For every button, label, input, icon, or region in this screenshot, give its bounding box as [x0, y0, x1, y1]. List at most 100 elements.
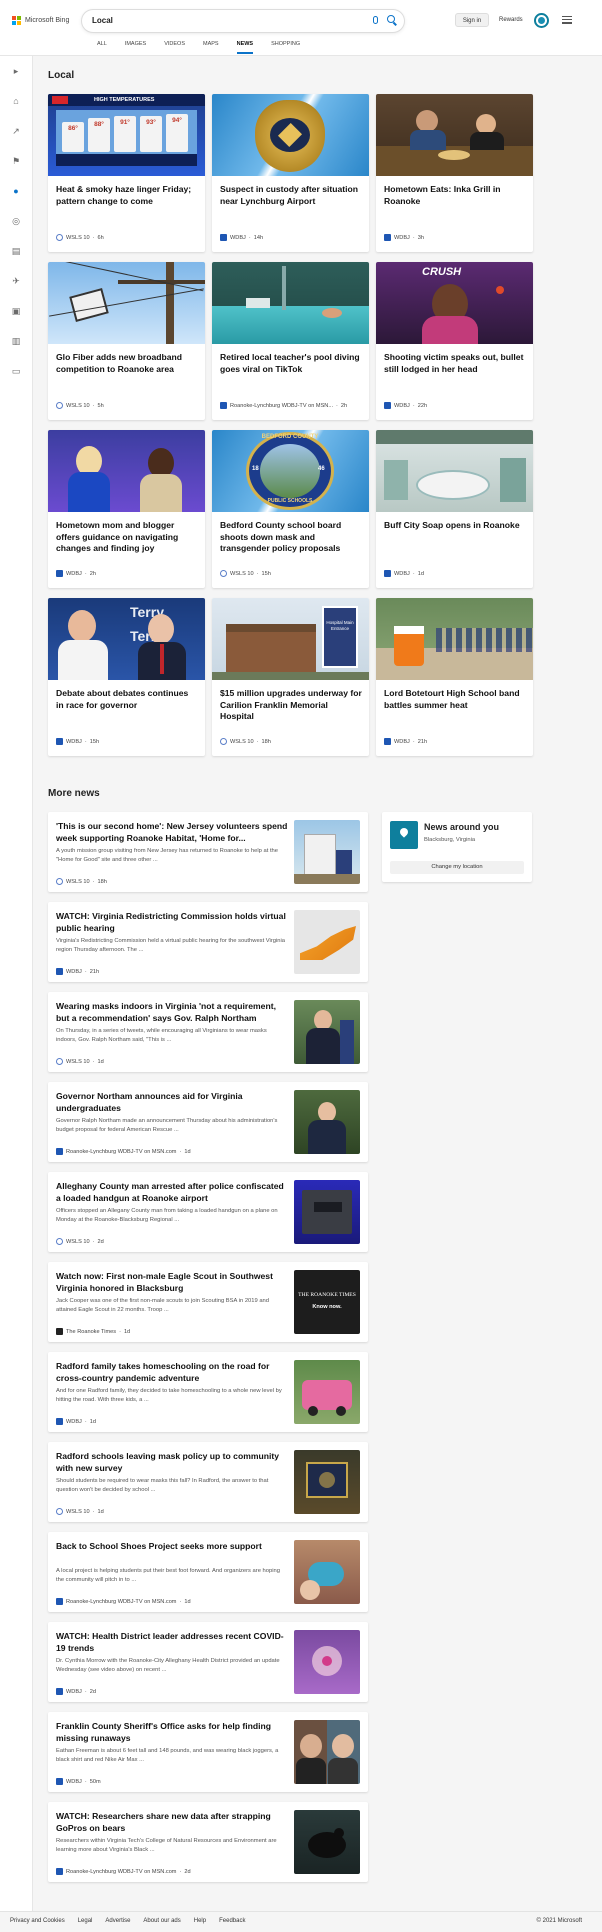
news-card[interactable]: Retired local teacher's pool diving goes…	[212, 262, 369, 420]
news-title[interactable]: 'This is our second home': New Jersey vo…	[56, 821, 288, 844]
news-card[interactable]: Hometown Eats: Inka Grill in Roanoke WDB…	[376, 94, 533, 252]
news-item[interactable]: WATCH: Health District leader addresses …	[48, 1622, 368, 1702]
money-icon[interactable]: ▭	[11, 366, 21, 376]
news-card[interactable]: BEDFORD COUNTY PUBLIC SCHOOLS 18 46 Bedf…	[212, 430, 369, 588]
source-logo-icon	[56, 1778, 63, 1785]
card-title[interactable]: Hometown Eats: Inka Grill in Roanoke	[384, 184, 526, 207]
footer-link-advertise[interactable]: Advertise	[105, 1918, 130, 1924]
news-card[interactable]: Hospital Main Entrance $15 million upgra…	[212, 598, 369, 756]
news-item[interactable]: Back to School Shoes Project seeks more …	[48, 1532, 368, 1612]
news-card[interactable]: Buff City Soap opens in Roanoke WDBJ · 1d	[376, 430, 533, 588]
news-item[interactable]: Governor Northam announces aid for Virgi…	[48, 1082, 368, 1162]
flag-icon[interactable]: ⚑	[11, 156, 21, 166]
news-title[interactable]: Alleghany County man arrested after poli…	[56, 1181, 288, 1204]
news-card[interactable]: Hometown mom and blogger offers guidance…	[48, 430, 205, 588]
news-title[interactable]: Wearing masks indoors in Virginia 'not a…	[56, 1001, 288, 1024]
news-title[interactable]: Governor Northam announces aid for Virgi…	[56, 1091, 288, 1114]
sign-in-button[interactable]: Sign in	[455, 13, 489, 27]
news-title[interactable]: Radford schools leaving mask policy up t…	[56, 1451, 288, 1474]
tab-maps[interactable]: MAPS	[194, 41, 228, 53]
globe-icon[interactable]: ◎	[11, 216, 21, 226]
menu-icon[interactable]	[562, 16, 572, 24]
news-item[interactable]: Radford family takes homeschooling on th…	[48, 1352, 368, 1432]
news-item[interactable]: WATCH: Researchers share new data after …	[48, 1802, 368, 1882]
rewards-medal-icon[interactable]	[534, 13, 549, 28]
card-title[interactable]: Glo Fiber adds new broadband competition…	[56, 352, 198, 375]
tab-images[interactable]: IMAGES	[116, 41, 155, 53]
news-card[interactable]: Suspect in custody after situation near …	[212, 94, 369, 252]
footer-link-help[interactable]: Help	[194, 1918, 206, 1924]
news-title[interactable]: WATCH: Researchers share new data after …	[56, 1811, 288, 1834]
news-title[interactable]: WATCH: Health District leader addresses …	[56, 1631, 288, 1654]
card-title[interactable]: Shooting victim speaks out, bullet still…	[384, 352, 526, 375]
source-logo-icon	[56, 1688, 63, 1695]
footer-link-about-ads[interactable]: About our ads	[143, 1918, 180, 1924]
tab-shopping[interactable]: SHOPPING	[262, 41, 309, 53]
chart-icon[interactable]: ▤	[11, 246, 21, 256]
chevron-right-icon[interactable]: ▸	[11, 66, 21, 76]
news-item[interactable]: Franklin County Sheriff's Office asks fo…	[48, 1712, 368, 1792]
card-title[interactable]: Lord Botetourt High School band battles …	[384, 688, 526, 711]
bing-logo[interactable]: Microsoft Bing	[12, 16, 69, 25]
news-thumbnail[interactable]: THE ROANOKE TIMES Know now.	[294, 1270, 360, 1334]
footer-link-legal[interactable]: Legal	[78, 1918, 93, 1924]
home-icon[interactable]: ⌂	[11, 96, 21, 106]
rewards-link[interactable]: Rewards	[499, 17, 523, 23]
current-location: Blacksburg, Virginia	[424, 837, 476, 843]
news-card[interactable]: CRUSH Shooting victim speaks out, bullet…	[376, 262, 533, 420]
tab-all[interactable]: ALL	[88, 41, 116, 53]
news-thumbnail[interactable]	[294, 1810, 360, 1874]
search-icon[interactable]	[387, 15, 395, 23]
news-thumbnail[interactable]	[294, 820, 360, 884]
news-thumbnail[interactable]	[294, 1090, 360, 1154]
card-title[interactable]: Debate about debates continues in race f…	[56, 688, 198, 711]
card-title[interactable]: Buff City Soap opens in Roanoke	[384, 520, 526, 532]
footer-link-feedback[interactable]: Feedback	[219, 1918, 245, 1924]
trending-icon[interactable]: ↗	[11, 126, 21, 136]
news-item[interactable]: Wearing masks indoors in Virginia 'not a…	[48, 992, 368, 1072]
news-title[interactable]: Back to School Shoes Project seeks more …	[56, 1541, 288, 1553]
card-title[interactable]: $15 million upgrades underway for Carili…	[220, 688, 362, 723]
card-title[interactable]: Hometown mom and blogger offers guidance…	[56, 520, 198, 555]
card-title[interactable]: Retired local teacher's pool diving goes…	[220, 352, 362, 375]
news-thumbnail[interactable]	[294, 1540, 360, 1604]
news-card[interactable]: HIGH TEMPERATURES 86° 88° 91° 93° 94° He…	[48, 94, 205, 252]
change-location-button[interactable]: Change my location	[390, 861, 524, 874]
news-title[interactable]: WATCH: Virginia Redistricting Commission…	[56, 911, 288, 934]
rocket-icon[interactable]: ✈	[11, 276, 21, 286]
news-thumbnail[interactable]	[294, 1630, 360, 1694]
news-thumbnail[interactable]	[294, 1360, 360, 1424]
news-card[interactable]: Lord Botetourt High School band battles …	[376, 598, 533, 756]
card-source: Roanoke-Lynchburg WDBJ-TV on MSN... · 2h	[220, 402, 347, 409]
building-icon[interactable]: ▥	[11, 336, 21, 346]
news-card[interactable]: Glo Fiber adds new broadband competition…	[48, 262, 205, 420]
news-item[interactable]: Watch now: First non-male Eagle Scout in…	[48, 1262, 368, 1342]
card-title[interactable]: Bedford County school board shoots down …	[220, 520, 362, 555]
search-box[interactable]: Local	[82, 10, 404, 32]
location-icon[interactable]: ●	[11, 186, 21, 196]
search-input[interactable]: Local	[92, 16, 113, 25]
footer-link-privacy[interactable]: Privacy and Cookies	[10, 1918, 65, 1924]
news-item[interactable]: Radford schools leaving mask policy up t…	[48, 1442, 368, 1522]
video-icon[interactable]: ▣	[11, 306, 21, 316]
news-thumbnail[interactable]	[294, 1450, 360, 1514]
news-item[interactable]: 'This is our second home': New Jersey vo…	[48, 812, 368, 892]
microphone-icon[interactable]	[373, 16, 378, 24]
news-thumbnail[interactable]	[294, 910, 360, 974]
news-title[interactable]: Radford family takes homeschooling on th…	[56, 1361, 288, 1384]
tab-news[interactable]: NEWS	[228, 41, 263, 54]
news-item[interactable]: WATCH: Virginia Redistricting Commission…	[48, 902, 368, 982]
news-thumbnail[interactable]	[294, 1180, 360, 1244]
news-card[interactable]: Terry Terry Debate about debates continu…	[48, 598, 205, 756]
news-thumbnail[interactable]	[294, 1720, 360, 1784]
news-title[interactable]: Franklin County Sheriff's Office asks fo…	[56, 1721, 288, 1744]
card-title[interactable]: Heat & smoky haze linger Friday; pattern…	[56, 184, 198, 207]
news-thumbnail[interactable]	[294, 1000, 360, 1064]
tab-videos[interactable]: VIDEOS	[155, 41, 194, 53]
crush-sign: CRUSH	[422, 266, 462, 278]
news-item[interactable]: Alleghany County man arrested after poli…	[48, 1172, 368, 1252]
source-logo-icon	[56, 1238, 63, 1245]
weather-temp: 91°	[120, 119, 130, 126]
card-title[interactable]: Suspect in custody after situation near …	[220, 184, 362, 207]
news-title[interactable]: Watch now: First non-male Eagle Scout in…	[56, 1271, 288, 1294]
